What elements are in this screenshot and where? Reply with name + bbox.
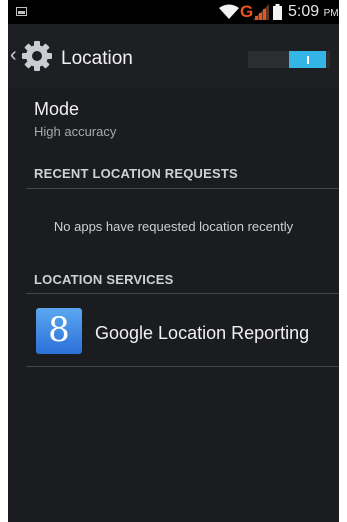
signal-icon bbox=[253, 4, 269, 20]
section-header-location-services: LOCATION SERVICES bbox=[34, 272, 174, 287]
chevron-left-icon[interactable]: ‹ bbox=[10, 44, 17, 66]
notification-icon bbox=[16, 7, 27, 16]
location-master-switch[interactable] bbox=[248, 51, 330, 68]
list-item-google-location-reporting[interactable]: 8 Google Location Reporting bbox=[8, 302, 339, 366]
status-bar: G 5:09 PM bbox=[8, 0, 339, 24]
gear-icon[interactable] bbox=[21, 40, 53, 72]
mode-setting[interactable]: Mode High accuracy bbox=[8, 88, 339, 152]
switch-thumb bbox=[289, 51, 326, 68]
section-header-recent-requests: RECENT LOCATION REQUESTS bbox=[34, 166, 238, 181]
network-type: G bbox=[240, 2, 254, 21]
screen: G 5:09 PM ‹ Location Mode High accuracy … bbox=[8, 0, 339, 522]
google-icon: 8 bbox=[36, 308, 82, 354]
wifi-icon bbox=[219, 4, 239, 19]
action-bar: ‹ Location bbox=[8, 24, 339, 88]
list-divider bbox=[26, 366, 339, 367]
list-item-label: Google Location Reporting bbox=[95, 323, 310, 343]
page-title[interactable]: Location bbox=[61, 48, 133, 70]
mode-title: Mode bbox=[34, 99, 80, 119]
empty-recent-requests-message: No apps have requested location recently bbox=[53, 219, 294, 234]
section-divider bbox=[26, 188, 339, 189]
section-divider bbox=[26, 293, 339, 294]
clock-time: 5:09 bbox=[288, 3, 320, 20]
battery-icon bbox=[273, 4, 282, 20]
mode-value: High accuracy bbox=[34, 124, 117, 139]
clock: 5:09 PM bbox=[288, 3, 339, 21]
google-icon-glyph: 8 bbox=[48, 310, 70, 350]
clock-ampm: PM bbox=[323, 8, 339, 19]
